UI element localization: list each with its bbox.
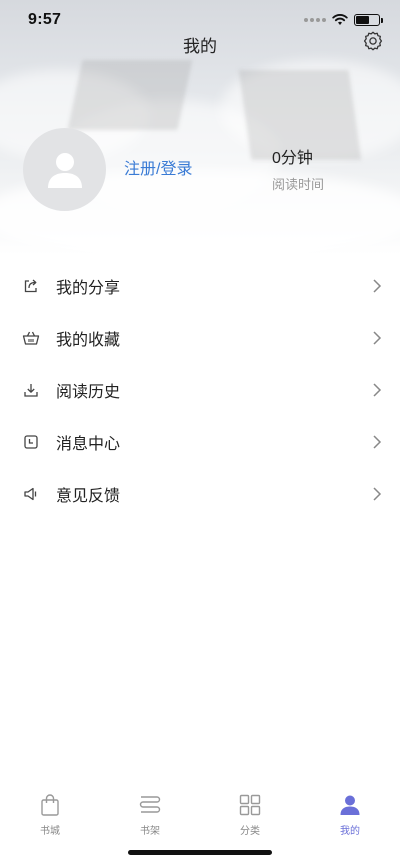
menu-item-label: 我的收藏 xyxy=(56,332,121,349)
menu-item-message-center[interactable]: 消息中心 xyxy=(0,416,400,468)
bookshelf-icon xyxy=(137,792,163,818)
menu-item-reading-history[interactable]: 阅读历史 xyxy=(0,364,400,416)
message-center-icon xyxy=(22,433,40,451)
battery-icon xyxy=(354,14,383,26)
menu-item-share[interactable]: 我的分享 xyxy=(0,260,400,312)
menu-item-feedback[interactable]: 意见反馈 xyxy=(0,468,400,520)
tab-bookshelf[interactable]: 书架 xyxy=(100,792,200,837)
menu-item-label: 阅读历史 xyxy=(56,384,121,401)
login-register-link[interactable]: 注册/登录 xyxy=(124,155,192,179)
chevron-right-icon xyxy=(373,331,382,345)
tab-bookstore[interactable]: 书城 xyxy=(0,792,100,837)
tab-profile[interactable]: 我的 xyxy=(300,792,400,837)
favorites-basket-icon xyxy=(22,329,40,347)
category-grid-icon xyxy=(237,792,263,818)
profile-person-icon xyxy=(337,792,363,818)
tab-label: 书架 xyxy=(140,826,160,837)
tab-label: 书城 xyxy=(40,826,60,837)
status-icons xyxy=(304,14,383,26)
gear-icon[interactable] xyxy=(362,30,384,52)
feedback-speaker-icon xyxy=(22,485,40,503)
chevron-right-icon xyxy=(373,383,382,397)
bookstore-bag-icon xyxy=(37,792,63,818)
reading-time-label: 阅读时间 xyxy=(272,177,325,192)
chevron-right-icon xyxy=(373,279,382,293)
status-time: 9:57 xyxy=(28,11,62,28)
reading-time-stat: 0分钟 阅读时间 xyxy=(272,144,324,193)
share-icon xyxy=(22,277,40,295)
page-title: 我的 xyxy=(183,37,217,56)
reading-time-value: 0分钟 xyxy=(272,150,313,167)
profile-menu: 我的分享 我的收藏 阅读历史 消息中心 意见反馈 xyxy=(0,260,400,520)
menu-item-label: 我的分享 xyxy=(56,280,121,297)
chevron-right-icon xyxy=(373,435,382,449)
menu-item-label: 意见反馈 xyxy=(56,488,121,505)
avatar[interactable] xyxy=(23,128,106,211)
battery-fill xyxy=(356,16,370,24)
tab-label: 我的 xyxy=(340,826,360,837)
tab-category[interactable]: 分类 xyxy=(200,792,300,837)
menu-item-label: 消息中心 xyxy=(56,436,121,453)
download-history-icon xyxy=(22,381,40,399)
user-avatar-icon xyxy=(47,152,82,188)
home-indicator xyxy=(128,850,272,855)
wifi-icon xyxy=(332,14,348,25)
menu-item-favorites[interactable]: 我的收藏 xyxy=(0,312,400,364)
tab-label: 分类 xyxy=(240,826,260,837)
chevron-right-icon xyxy=(373,487,382,501)
cellular-signal-icon xyxy=(304,18,326,22)
